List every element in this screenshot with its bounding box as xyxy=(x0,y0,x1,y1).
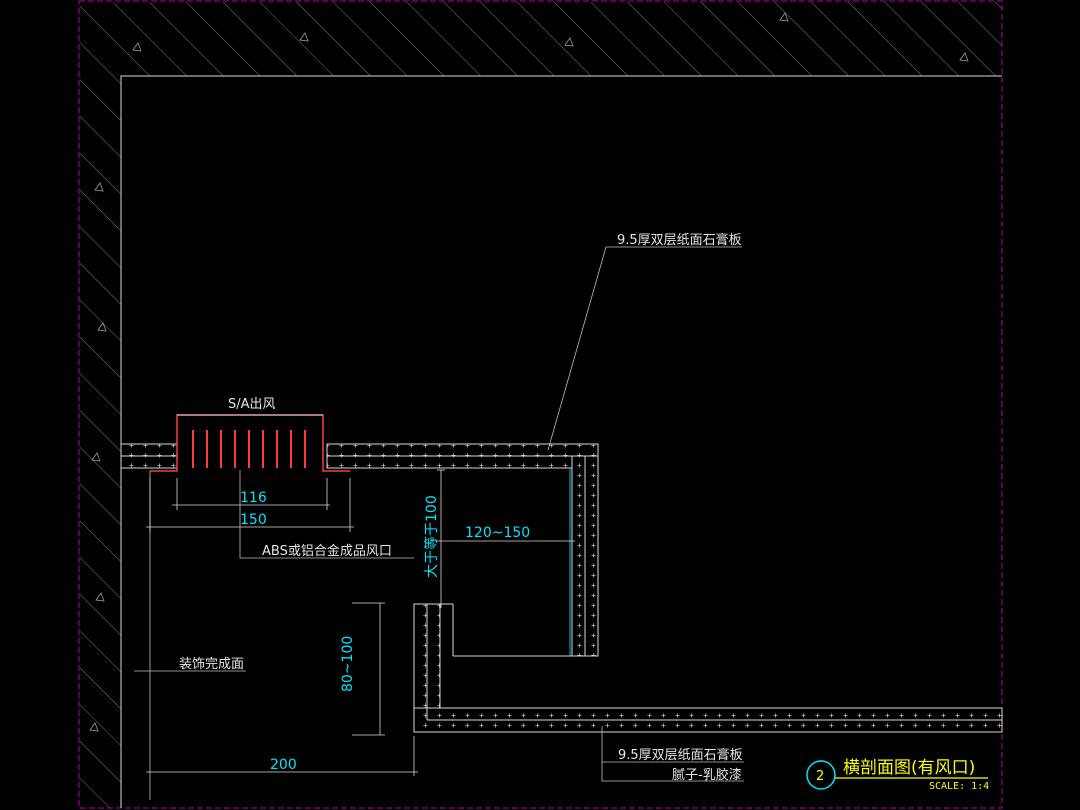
dim-ge100: 大于等于100 xyxy=(423,495,440,578)
concrete-wall xyxy=(80,2,1002,808)
cad-drawing: + xyxy=(78,0,1003,809)
sheet-frame xyxy=(78,0,1003,809)
putty-paint-label: 腻子-乳胶漆 xyxy=(672,767,742,783)
grille-top-label: S/A出风 xyxy=(228,397,276,412)
dim-116: 116 xyxy=(240,490,267,506)
title-block: 2 横剖面图(有风口) SCALE: 1:4 xyxy=(806,758,989,792)
drawing-title: 横剖面图(有风口) xyxy=(843,758,975,778)
finish-face-label: 装饰完成面 xyxy=(179,657,244,672)
supply-air-grille xyxy=(150,414,350,472)
dim-200: 200 xyxy=(270,757,297,773)
dim-120-150: 120~150 xyxy=(465,525,530,541)
board-bottom-label: 9.5厚双层纸面石膏板 xyxy=(618,747,743,763)
drawing-number: 2 xyxy=(816,769,824,784)
dim-150: 150 xyxy=(240,512,267,528)
drawing-scale: SCALE: 1:4 xyxy=(929,781,989,792)
dim-80-100: 80~100 xyxy=(340,636,356,692)
board-top-label: 9.5厚双层纸面石膏板 xyxy=(617,232,742,248)
board-drop-right xyxy=(452,455,599,657)
grille-product-label: ABS或铝合金成品风口 xyxy=(262,543,392,559)
ceiling-board-bottom xyxy=(413,603,1003,733)
